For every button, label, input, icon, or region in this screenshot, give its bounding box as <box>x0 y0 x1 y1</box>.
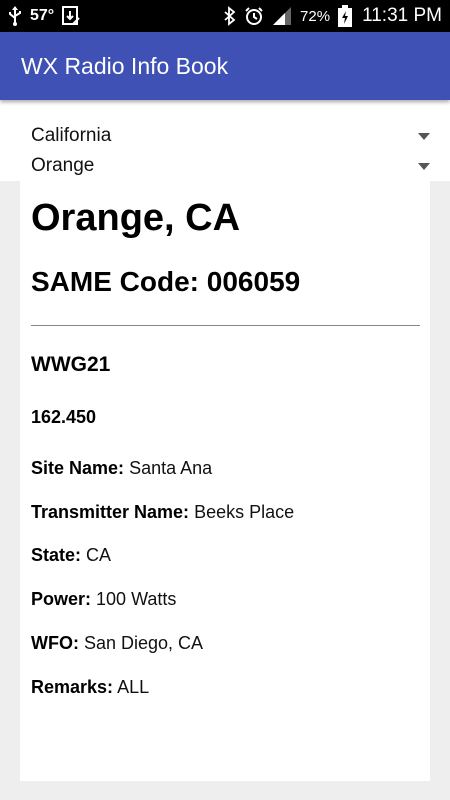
detail-value: CA <box>86 545 112 565</box>
remarks-row: Remarks: ALL <box>31 677 149 698</box>
detail-label: Transmitter Name: <box>31 502 190 522</box>
temperature-text: 57° <box>30 7 55 24</box>
county-title: Orange, CA <box>31 197 241 239</box>
divider <box>31 325 420 326</box>
frequency: 162.450 <box>31 407 97 427</box>
battery-percent-text: 72% <box>300 7 331 25</box>
clock-text: 11:31 PM <box>362 5 442 26</box>
main-content: California Orange Orange, CA SAME Code: … <box>0 100 450 800</box>
usb-icon <box>8 6 22 26</box>
download-icon <box>62 6 80 26</box>
detail-value: ALL <box>117 677 150 697</box>
status-left: 57° <box>8 6 80 26</box>
detail-label: Power: <box>31 589 92 609</box>
power-row: Power: 100 Watts <box>31 589 176 610</box>
county-spinner-value: Orange <box>31 155 95 176</box>
alarm-icon <box>244 6 264 26</box>
battery-charging-icon <box>338 5 353 27</box>
detail-value: 100 Watts <box>96 589 177 609</box>
station-info-card: Orange, CA SAME Code: 006059 WWG21 162.4… <box>20 181 430 781</box>
detail-label: Site Name: <box>31 458 125 478</box>
status-right: 72% 11:31 PM <box>224 5 442 27</box>
dropdown-arrow-icon <box>418 162 430 170</box>
site-name-row: Site Name: Santa Ana <box>31 458 212 479</box>
dropdown-arrow-icon <box>418 132 430 140</box>
state-spinner-value: California <box>31 125 112 146</box>
signal-icon <box>272 6 292 26</box>
detail-label: Remarks: <box>31 677 114 697</box>
call-sign: WWG21 <box>31 353 111 376</box>
detail-value: Beeks Place <box>194 502 295 522</box>
bluetooth-icon <box>224 6 236 26</box>
detail-value: Santa Ana <box>129 458 213 478</box>
status-bar: 57° 72% 11:31 PM <box>0 0 450 32</box>
county-spinner[interactable]: Orange <box>0 151 450 181</box>
state-spinner[interactable]: California <box>0 121 450 151</box>
app-title: WX Radio Info Book <box>21 52 229 79</box>
wfo-row: WFO: San Diego, CA <box>31 633 203 654</box>
same-code: SAME Code: 006059 <box>31 266 301 297</box>
app-bar: WX Radio Info Book <box>0 32 450 100</box>
transmitter-name-row: Transmitter Name: Beeks Place <box>31 502 294 523</box>
detail-label: WFO: <box>31 633 79 653</box>
detail-value: San Diego, CA <box>84 633 204 653</box>
state-row: State: CA <box>31 545 111 566</box>
detail-label: State: <box>31 545 82 565</box>
